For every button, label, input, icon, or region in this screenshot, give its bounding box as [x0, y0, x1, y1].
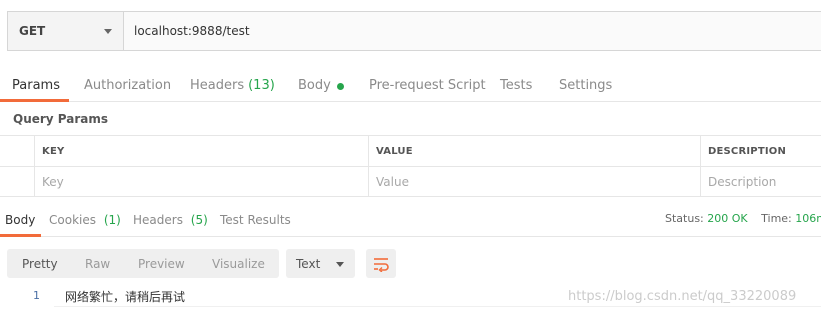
status-value: 200 OK	[707, 212, 748, 225]
headers-count: (13)	[248, 78, 275, 93]
method-select[interactable]: GET	[8, 12, 124, 50]
response-headers-count: (5)	[190, 213, 208, 227]
response-tab-test-results[interactable]: Test Results	[220, 204, 291, 237]
format-label: Text	[296, 256, 321, 271]
column-header-description: DESCRIPTION	[700, 136, 821, 166]
tab-headers[interactable]: Headers (13)	[190, 69, 275, 102]
line-divider	[54, 306, 821, 307]
response-tab-cookies[interactable]: Cookies (1)	[49, 204, 121, 237]
tab-body[interactable]: Body	[298, 69, 344, 102]
dot-icon	[336, 83, 344, 90]
response-status: Status: 200 OK Time: 106ms	[665, 212, 821, 225]
wrap-lines-icon	[374, 257, 389, 272]
watermark-text: https://blog.csdn.net/qq_33220089	[568, 289, 797, 304]
column-header-value: VALUE	[368, 136, 701, 166]
request-tabs: Params Authorization Headers (13) Body P…	[0, 69, 821, 102]
response-tab-body[interactable]: Body	[5, 204, 35, 237]
value-input[interactable]: Value	[368, 167, 701, 196]
status-label: Status:	[665, 212, 704, 225]
cookies-count: (1)	[103, 213, 121, 227]
tab-pre-request-script[interactable]: Pre-request Script	[369, 69, 486, 102]
view-mode-group: Pretty Raw Preview Visualize	[7, 249, 279, 278]
view-pretty-button[interactable]: Pretty	[22, 249, 58, 278]
active-tab-indicator	[0, 99, 69, 102]
table-header-row: KEY VALUE DESCRIPTION	[0, 135, 821, 166]
active-response-tab-indicator	[0, 234, 41, 237]
tab-authorization[interactable]: Authorization	[84, 69, 171, 102]
format-select[interactable]: Text	[286, 249, 355, 278]
view-raw-button[interactable]: Raw	[85, 249, 110, 278]
wrap-lines-button[interactable]	[366, 249, 396, 278]
chevron-down-icon	[104, 29, 112, 34]
url-input[interactable]: localhost:9888/test	[124, 12, 821, 50]
query-params-title: Query Params	[13, 112, 109, 126]
method-label: GET	[19, 24, 46, 38]
key-input[interactable]: Key	[34, 167, 369, 196]
table-row: Key Value Description	[0, 166, 821, 197]
tab-params[interactable]: Params	[12, 69, 60, 102]
chevron-down-icon	[336, 262, 344, 267]
request-bar: GET localhost:9888/test	[7, 11, 821, 51]
response-text[interactable]: 网络繁忙，请稍后再试	[65, 288, 185, 305]
response-tab-headers[interactable]: Headers (5)	[133, 204, 208, 237]
column-header-key: KEY	[34, 136, 369, 166]
line-number: 1	[33, 289, 40, 302]
description-input[interactable]: Description	[700, 167, 821, 196]
time-value: 106ms	[795, 212, 821, 225]
query-params-table: KEY VALUE DESCRIPTION Key Value Descript…	[0, 135, 821, 198]
view-visualize-button[interactable]: Visualize	[212, 249, 265, 278]
time-label: Time:	[761, 212, 792, 225]
tab-tests[interactable]: Tests	[500, 69, 532, 102]
tab-settings[interactable]: Settings	[559, 69, 612, 102]
view-preview-button[interactable]: Preview	[138, 249, 185, 278]
